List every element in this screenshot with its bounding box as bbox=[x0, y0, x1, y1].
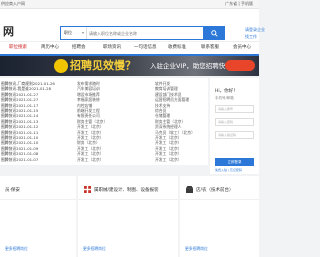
chevron-down-icon: ▾ bbox=[81, 30, 84, 35]
search-bar: 职位 ▾ bbox=[60, 26, 225, 40]
header: 网 职位 ▾ 请登录企业 找工作 bbox=[0, 9, 265, 41]
news-column-1: 图腾快讯-厂商规则2021-01-26 图腾快讯-我是谁2021-01-28 图… bbox=[1, 81, 55, 162]
nav-item-support[interactable]: 联系客服 bbox=[201, 42, 219, 54]
login-captcha-input[interactable]: 请输入验证码 bbox=[215, 131, 254, 139]
side-link-find-job[interactable]: 找工作 bbox=[245, 33, 265, 40]
list-item[interactable]: 开发工（北京） bbox=[77, 157, 107, 162]
category-card[interactable]: 员·保安 更多招聘岗位 bbox=[0, 176, 76, 257]
site-logo[interactable]: 网 bbox=[3, 23, 14, 39]
top-bar-right[interactable]: 广东省 | 手机版 bbox=[225, 0, 253, 8]
category-card-title: 属职械/建设计、制图、设备报装 bbox=[94, 188, 159, 193]
nav-item-job-fair[interactable]: 招聘会 bbox=[72, 42, 86, 54]
header-side-links: 请登录企业 找工作 bbox=[245, 26, 265, 40]
login-password-input[interactable]: 请输入密码 bbox=[215, 118, 254, 126]
banner-cta-button[interactable] bbox=[225, 60, 255, 71]
search-category-label: 职位 bbox=[64, 30, 72, 35]
category-card[interactable]: 店/农（技术前台） 更多招聘岗位 bbox=[180, 176, 259, 257]
category-cards: 员·保安 更多招聘岗位 属职械/建设计、制图、设备报装 更多招聘岗位 店/农（技… bbox=[0, 176, 259, 257]
nav-item-job-search[interactable]: 职位搜索 bbox=[9, 42, 27, 54]
category-card-title: 店/农（技术前台） bbox=[196, 188, 234, 193]
shop-icon bbox=[186, 186, 193, 193]
divider bbox=[180, 199, 259, 200]
category-card[interactable]: 属职械/建设计、制图、设备报装 更多招聘岗位 bbox=[78, 176, 178, 257]
category-card-title: 员·保安 bbox=[5, 188, 20, 193]
divider bbox=[78, 199, 178, 200]
top-bar-left: 供应商入户网 bbox=[1, 1, 25, 6]
list-item[interactable]: 开发工（北京） bbox=[77, 151, 107, 156]
promo-banner[interactable]: 招聘见效慢？ 入驻企业VIP，助您招聘快人一步 bbox=[0, 56, 259, 76]
nav-item-member[interactable]: 会员中心 bbox=[233, 42, 251, 54]
top-bar: 供应商入户网 广东省 | 手机版 bbox=[0, 0, 259, 9]
banner-badge-icon bbox=[54, 59, 68, 73]
category-card-link[interactable]: 更多招聘岗位 bbox=[185, 246, 208, 252]
nav-item-resume[interactable]: 简历中心 bbox=[41, 42, 59, 54]
login-button[interactable]: 立即登录 bbox=[215, 158, 254, 166]
search-icon bbox=[210, 29, 218, 37]
banner-headline: 招聘见效慢？ bbox=[70, 59, 136, 72]
list-item[interactable]: 图腾快讯2021-01-07 bbox=[1, 157, 55, 162]
nav-item-news[interactable]: 职场资讯 bbox=[103, 42, 121, 54]
main-nav: 职位搜索 简历中心 招聘会 职场资讯 一句话信息 收费标准 联系客服 会员中心 bbox=[0, 41, 259, 56]
news-list: 图腾快讯-厂商规则2021-01-26 图腾快讯-我是谁2021-01-28 图… bbox=[0, 78, 208, 165]
login-greeting: Hi，你好！ bbox=[215, 89, 238, 94]
search-input[interactable] bbox=[89, 28, 201, 38]
news-column-2: 发布需求随时 汽车美容培训 增设市场推荐 幸福家居装修 内控店铺 前端开发工程 … bbox=[77, 81, 107, 162]
login-account-label: 手机号/邮箱 bbox=[215, 96, 234, 100]
list-item[interactable]: 开发工（北京） bbox=[155, 157, 195, 162]
search-button[interactable] bbox=[203, 26, 225, 40]
nav-item-pricing[interactable]: 收费标准 bbox=[168, 42, 186, 54]
grid-icon bbox=[84, 186, 91, 193]
side-link-company-login[interactable]: 请登录企业 bbox=[245, 26, 265, 33]
category-card-link[interactable]: 更多招聘岗位 bbox=[83, 246, 106, 252]
list-item[interactable]: 开发工（北京） bbox=[77, 124, 107, 129]
category-card-link[interactable]: 更多招聘岗位 bbox=[5, 246, 28, 252]
login-panel: Hi，你好！ 手机号/邮箱 请输入账号 请输入密码 请输入验证码 立即登录 免费… bbox=[210, 78, 259, 174]
login-account-input[interactable]: 请输入账号 bbox=[215, 105, 254, 113]
list-item[interactable]: 运营招聘员方面管理 bbox=[155, 97, 195, 102]
news-column-3: 软件开发 教育培训管理 建设部门技术员 运营招聘员方面管理 技术支持 综合员 仓… bbox=[155, 81, 195, 162]
divider bbox=[0, 199, 76, 200]
login-footer-links[interactable]: 免费入驻 | 忘记密码 bbox=[215, 168, 242, 172]
search-category-select[interactable]: 职位 ▾ bbox=[61, 27, 87, 39]
nav-item-one-liner[interactable]: 一句话信息 bbox=[134, 42, 157, 54]
